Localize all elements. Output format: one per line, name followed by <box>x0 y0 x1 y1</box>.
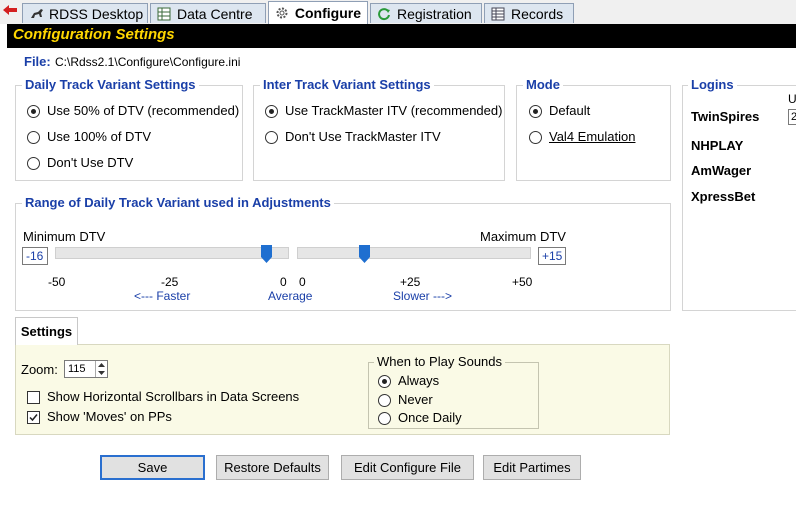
option-label: Don't Use DTV <box>47 155 134 170</box>
min-dtv-label: Minimum DTV <box>23 229 106 244</box>
radio-button[interactable] <box>378 393 391 407</box>
checkbox-label: Show Horizontal Scrollbars in Data Scree… <box>47 389 300 404</box>
checkbox-label: Show 'Moves' on PPs <box>47 409 172 424</box>
slower-label: Slower ---> <box>393 289 453 303</box>
spreadsheet-icon <box>157 7 173 21</box>
max-scale-tick-low: 0 <box>299 275 306 289</box>
horse-icon <box>29 7 45 21</box>
zoom-label: Zoom: <box>21 362 58 377</box>
option-label: Val4 Emulation <box>549 129 636 144</box>
mode-title: Mode <box>523 77 563 93</box>
max-scale-tick-high: +50 <box>512 275 533 289</box>
radio-button[interactable] <box>529 130 542 144</box>
edit-partimes-button[interactable]: Edit Partimes <box>483 455 581 480</box>
radio-button[interactable] <box>265 130 278 144</box>
min-dtv-slider-thumb[interactable] <box>260 245 272 263</box>
max-dtv-slider-thumb[interactable] <box>359 245 370 263</box>
sound-option-never[interactable]: Never <box>378 392 433 408</box>
radio-button[interactable] <box>27 130 40 144</box>
max-scale-tick-mid: +25 <box>400 275 421 289</box>
logins-title: Logins <box>688 77 737 93</box>
tab-label: Records <box>511 5 564 22</box>
daily-track-variant-title: Daily Track Variant Settings <box>22 77 199 93</box>
tab-configure[interactable]: Configure <box>268 1 368 24</box>
tab-label: Configure <box>294 5 361 21</box>
tab-label: Data Centre <box>177 5 253 22</box>
file-label: File: <box>24 54 51 69</box>
horizontal-scrollbars-checkbox-row[interactable]: Show Horizontal Scrollbars in Data Scree… <box>27 389 299 405</box>
login-label-twinspires: TwinSpires <box>691 109 760 124</box>
radio-button[interactable] <box>265 104 278 118</box>
mode-option-val4[interactable]: Val4 Emulation <box>529 129 635 145</box>
option-label: Default <box>549 103 591 118</box>
itv-option-use[interactable]: Use TrackMaster ITV (recommended) <box>265 103 502 119</box>
tab-data-centre[interactable]: Data Centre <box>150 3 266 23</box>
show-moves-checkbox-row[interactable]: Show 'Moves' on PPs <box>27 409 172 425</box>
show-moves-checkbox[interactable] <box>27 410 40 424</box>
zoom-spin-buttons[interactable] <box>95 361 107 377</box>
option-label: Always <box>398 373 440 388</box>
radio-button[interactable] <box>378 374 391 388</box>
tab-label: Registration <box>397 5 472 22</box>
tab-label: RDSS Desktop <box>49 5 144 22</box>
option-label: Once Daily <box>398 410 462 425</box>
logins-column-header: U <box>788 92 796 106</box>
min-dtv-slider-track[interactable] <box>55 247 289 259</box>
page-title: Configuration Settings <box>13 26 175 43</box>
itv-option-dont-use[interactable]: Don't Use TrackMaster ITV <box>265 129 441 145</box>
max-dtv-value[interactable]: +15 <box>538 247 566 265</box>
tab-rdss-desktop[interactable]: RDSS Desktop <box>22 3 148 23</box>
radio-button[interactable] <box>27 156 40 170</box>
gear-icon <box>275 6 291 20</box>
zoom-stepper[interactable]: 115 <box>64 360 108 378</box>
min-scale-tick-mid: -25 <box>161 275 179 289</box>
inter-track-variant-title: Inter Track Variant Settings <box>260 77 434 93</box>
option-label: Use 50% of DTV (recommended) <box>47 103 240 118</box>
option-label: Use TrackMaster ITV (recommended) <box>285 103 503 118</box>
min-scale-tick-high: 0 <box>280 275 287 289</box>
twinspires-username-field[interactable]: 2 <box>788 109 796 125</box>
option-label: Never <box>398 392 433 407</box>
login-label-nhplay: NHPLAY <box>691 138 744 153</box>
radio-button[interactable] <box>529 104 542 118</box>
dtv-option-100[interactable]: Use 100% of DTV <box>27 129 151 145</box>
save-button[interactable]: Save <box>100 455 205 480</box>
refresh-icon <box>377 7 393 21</box>
back-arrow-icon[interactable] <box>2 3 18 17</box>
max-dtv-slider-track[interactable] <box>297 247 531 259</box>
radio-button[interactable] <box>378 411 391 425</box>
sound-option-once-daily[interactable]: Once Daily <box>378 410 462 426</box>
min-dtv-value[interactable]: -16 <box>22 247 48 265</box>
option-label: Use 100% of DTV <box>47 129 152 144</box>
max-dtv-label: Maximum DTV <box>480 229 566 244</box>
file-path: C:\Rdss2.1\Configure\Configure.ini <box>55 55 241 69</box>
faster-label: <--- Faster <box>134 289 191 303</box>
sound-option-always[interactable]: Always <box>378 373 439 389</box>
login-label-amwager: AmWager <box>691 163 752 178</box>
sounds-title: When to Play Sounds <box>374 355 506 369</box>
dtv-option-50[interactable]: Use 50% of DTV (recommended) <box>27 103 239 119</box>
tab-registration[interactable]: Registration <box>370 3 482 23</box>
restore-defaults-button[interactable]: Restore Defaults <box>216 455 329 480</box>
dtv-range-title: Range of Daily Track Variant used in Adj… <box>22 195 334 211</box>
tab-settings[interactable]: Settings <box>15 317 78 345</box>
horizontal-scrollbars-checkbox[interactable] <box>27 390 40 404</box>
average-label: Average <box>268 289 313 303</box>
min-scale-tick-low: -50 <box>48 275 66 289</box>
dtv-option-none[interactable]: Don't Use DTV <box>27 155 133 171</box>
tab-records[interactable]: Records <box>484 3 574 23</box>
edit-configure-file-button[interactable]: Edit Configure File <box>341 455 474 480</box>
zoom-value: 115 <box>68 363 86 375</box>
login-label-xpressbet: XpressBet <box>691 189 756 204</box>
radio-button[interactable] <box>27 104 40 118</box>
mode-option-default[interactable]: Default <box>529 103 590 119</box>
grid-icon <box>491 7 507 21</box>
option-label: Don't Use TrackMaster ITV <box>285 129 441 144</box>
